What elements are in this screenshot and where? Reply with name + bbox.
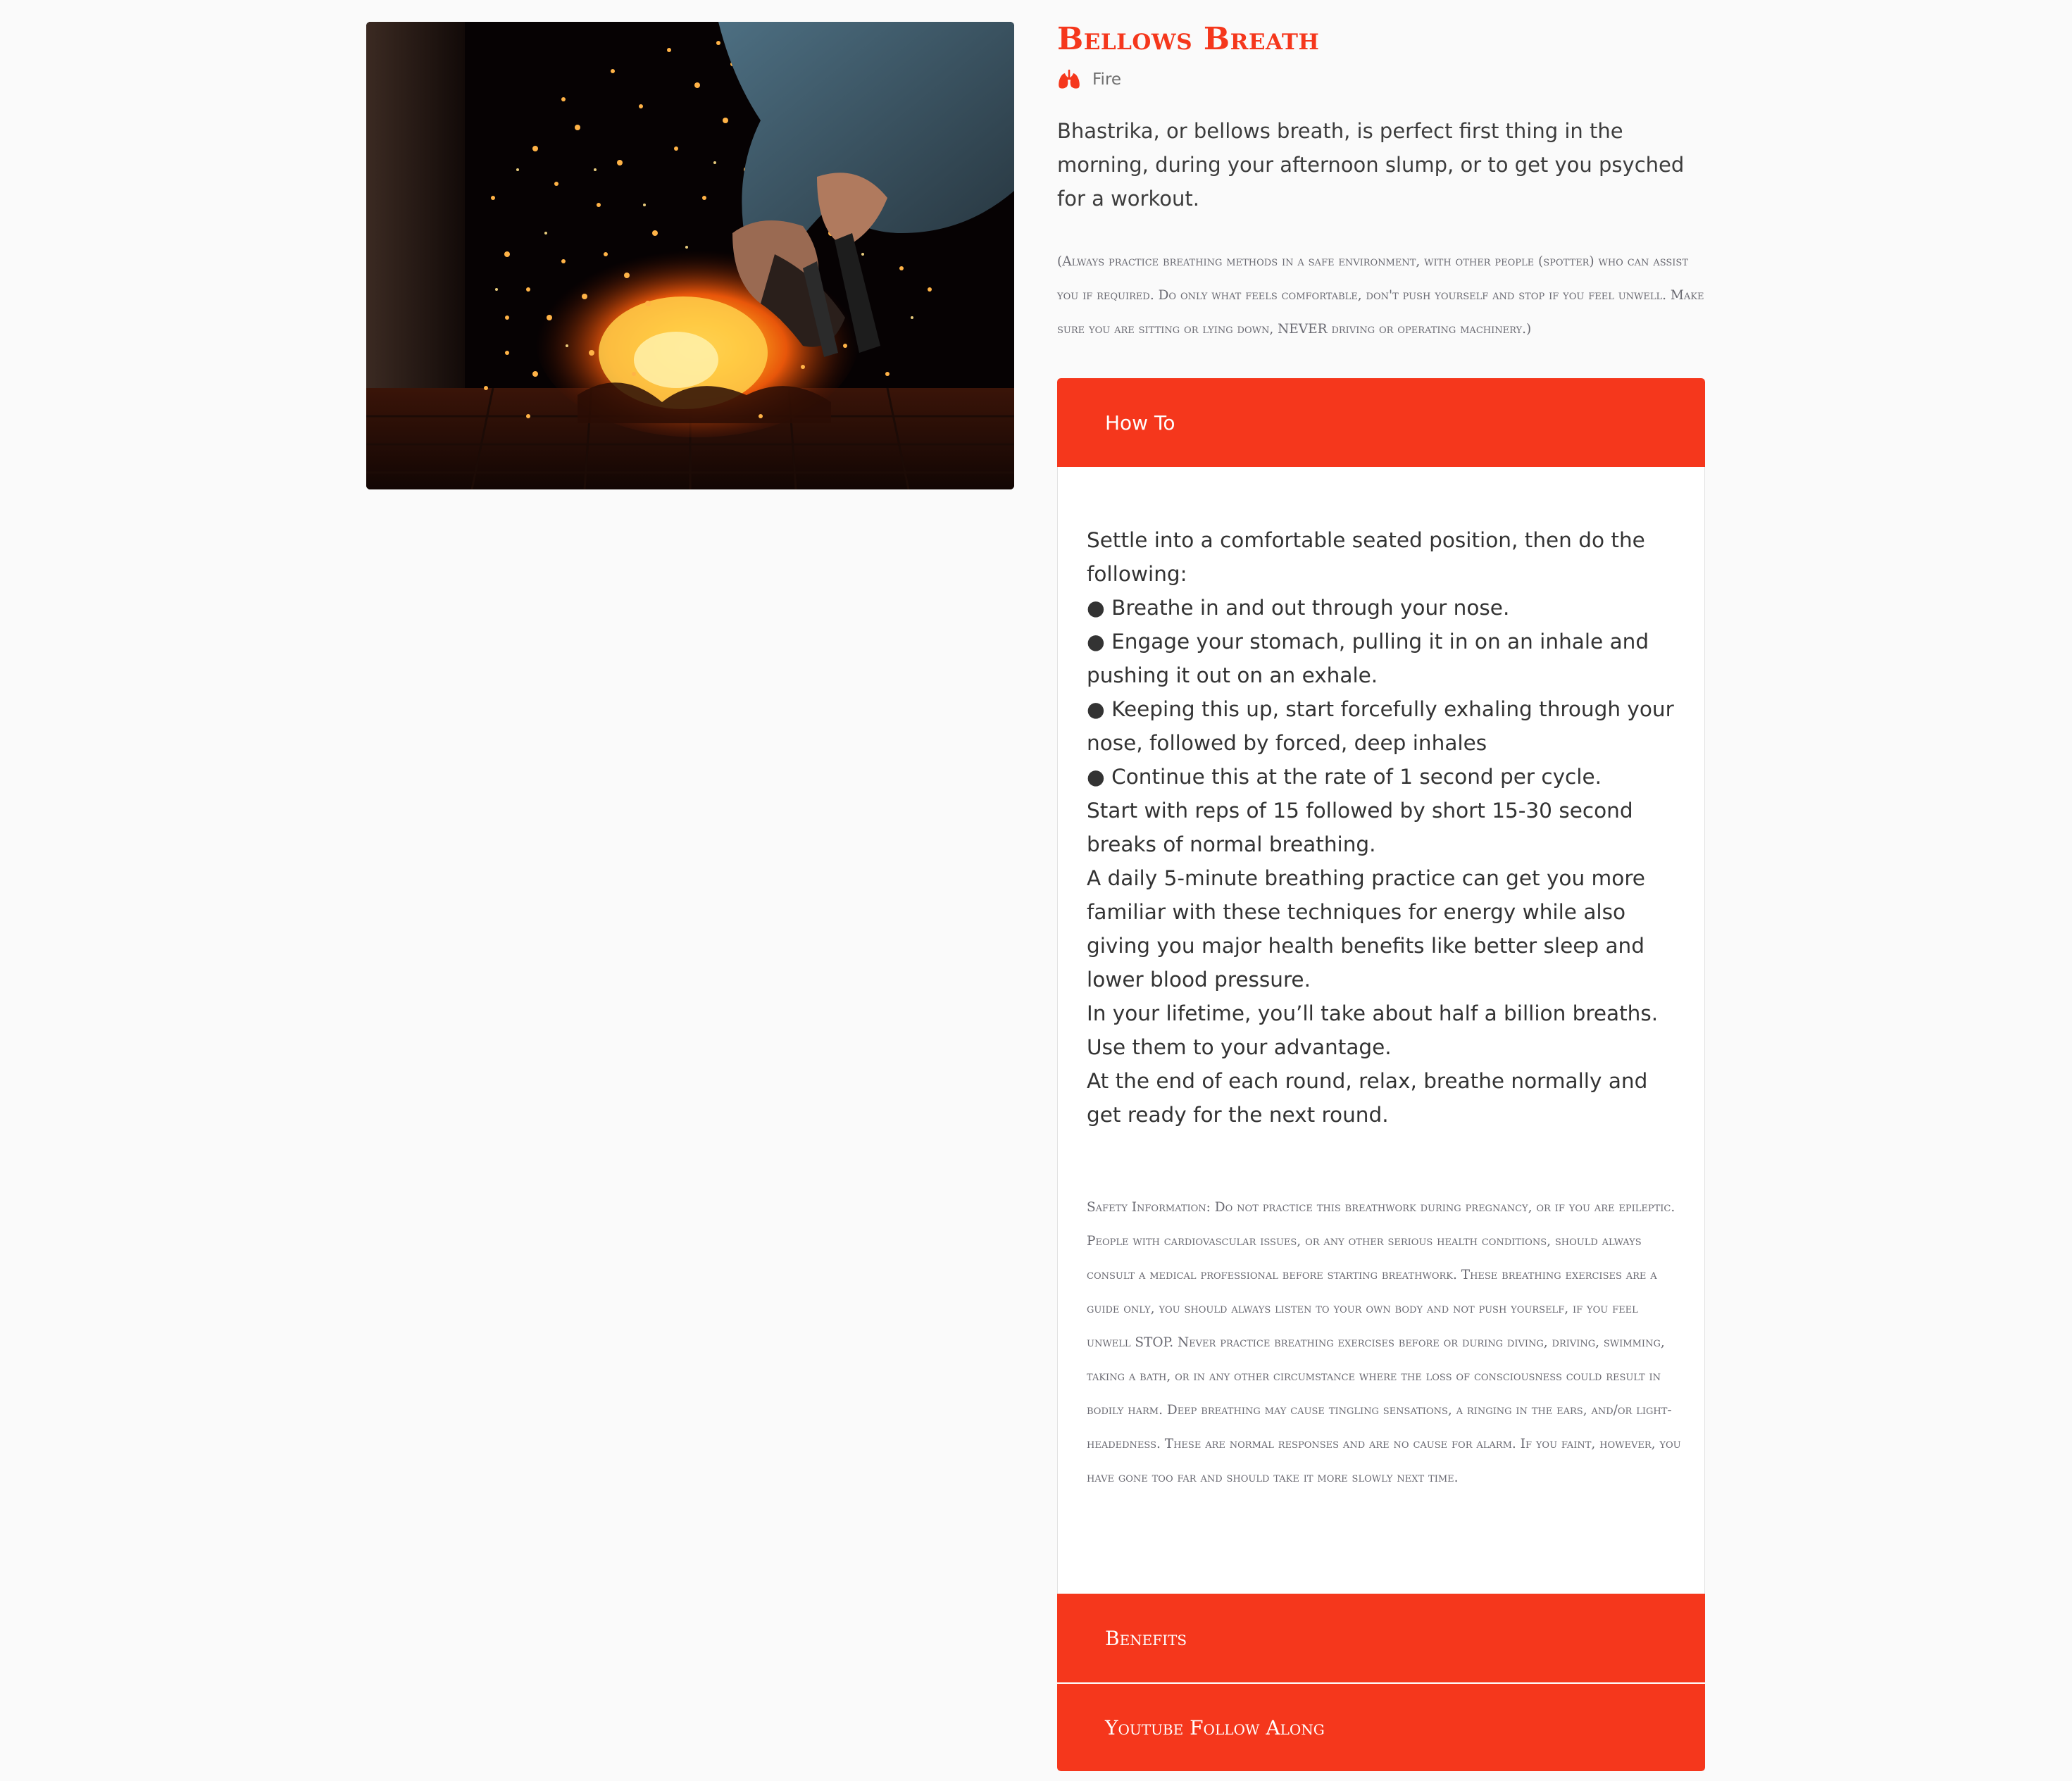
benefits-accordion-header[interactable]: Benefits (1057, 1594, 1705, 1682)
lungs-icon (1057, 69, 1081, 90)
safety-disclaimer: (Always practice breathing methods in a … (1057, 254, 1704, 337)
howto-line: At the end of each round, relax, breathe… (1087, 1069, 1648, 1127)
howto-line: Start with reps of 15 followed by short … (1087, 799, 1633, 856)
howto-line: A daily 5-minute breathing practice can … (1087, 866, 1645, 992)
fire-sparks-photo (366, 22, 1014, 489)
intro-text: Bhastrika, or bellows breath, is perfect… (1057, 119, 1685, 211)
howto-line: Settle into a comfortable seated positio… (1087, 528, 1645, 586)
accordion: How To Settle into a comfortable seated … (1057, 378, 1705, 1771)
hero-image (366, 22, 1014, 489)
howto-accordion-body: Settle into a comfortable seated positio… (1057, 467, 1705, 1594)
exercise-title: Bellows Breath (1057, 21, 1320, 57)
element-tag: Fire (1057, 68, 1121, 92)
element-label: Fire (1092, 70, 1122, 89)
howto-accordion-header[interactable]: How To (1057, 378, 1705, 467)
youtube-label: Youtube Follow Along (1105, 1716, 1325, 1739)
safety-information: Safety Information: Do not practice this… (1087, 1200, 1681, 1485)
howto-line: ● Engage your stomach, pulling it in on … (1087, 630, 1649, 687)
howto-line: ● Continue this at the rate of 1 second … (1087, 765, 1602, 789)
page: Bellows Breath Fire Bhastrika, or bellow… (0, 0, 2072, 1781)
youtube-accordion-header[interactable]: Youtube Follow Along (1057, 1682, 1705, 1771)
howto-line: ● Breathe in and out through your nose. (1087, 596, 1510, 620)
howto-text: Settle into a comfortable seated positio… (1087, 523, 1678, 1132)
benefits-label: Benefits (1105, 1626, 1187, 1650)
howto-label: How To (1105, 411, 1175, 435)
howto-line: ● Keeping this up, start forcefully exha… (1087, 697, 1674, 755)
howto-line: In your lifetime, you’ll take about half… (1087, 1001, 1659, 1059)
